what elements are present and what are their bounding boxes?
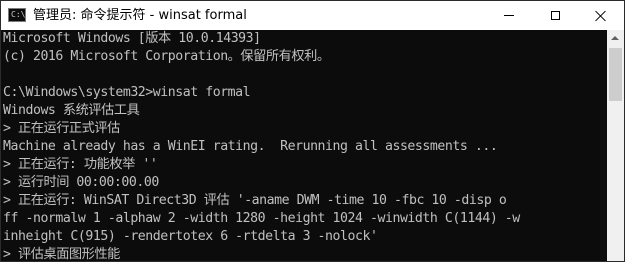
title-bar[interactable]: C:\ 管理员: 命令提示符 - winsat formal — [1, 1, 624, 30]
minimize-button[interactable] — [486, 1, 532, 30]
console-line: Windows 系统评估工具 — [3, 103, 140, 118]
console-line: Microsoft Windows [版本 10.0.14393] — [3, 31, 261, 46]
cmd-icon-glyph: C:\ — [11, 10, 26, 19]
cmd-window: C:\ 管理员: 命令提示符 - winsat formal Microsoft… — [0, 0, 625, 262]
console-line: > 评估桌面图形性能 — [3, 247, 120, 261]
console-line: C:\Windows\system32>winsat formal — [3, 85, 251, 100]
minimize-icon — [504, 15, 514, 16]
console-line: Machine already has a WinEI rating. Reru… — [3, 139, 498, 154]
window-title: 管理员: 命令提示符 - winsat formal — [33, 8, 247, 23]
console-line: (c) 2016 Microsoft Corporation。保留所有权利。 — [3, 49, 330, 64]
console-line: inheight C(915) -rendertotex 6 -rtdelta … — [3, 229, 378, 244]
scroll-up-arrow-icon[interactable] — [607, 30, 624, 47]
scroll-thumb[interactable] — [609, 48, 622, 101]
console-line: > 运行时间 00:00:00.00 — [3, 175, 159, 190]
console-line: > 正在运行: WinSAT Direct3D 评估 '-aname DWM -… — [3, 193, 507, 208]
maximize-button[interactable] — [532, 1, 578, 30]
console-line: ff -normalw 1 -alphaw 2 -width 1280 -hei… — [3, 211, 520, 226]
console-line: > 正在运行: 功能枚举 '' — [3, 157, 158, 172]
close-button[interactable] — [578, 1, 624, 30]
cmd-icon[interactable]: C:\ — [8, 8, 26, 22]
close-icon — [595, 10, 607, 22]
console-lines: Microsoft Windows [版本 10.0.14393] (c) 201… — [3, 30, 520, 261]
console-output[interactable]: Microsoft Windows [版本 10.0.14393] (c) 201… — [1, 30, 607, 261]
vertical-scrollbar[interactable] — [607, 30, 624, 261]
maximize-icon — [550, 11, 560, 20]
console-line: > 正在运行正式评估 — [3, 121, 120, 136]
